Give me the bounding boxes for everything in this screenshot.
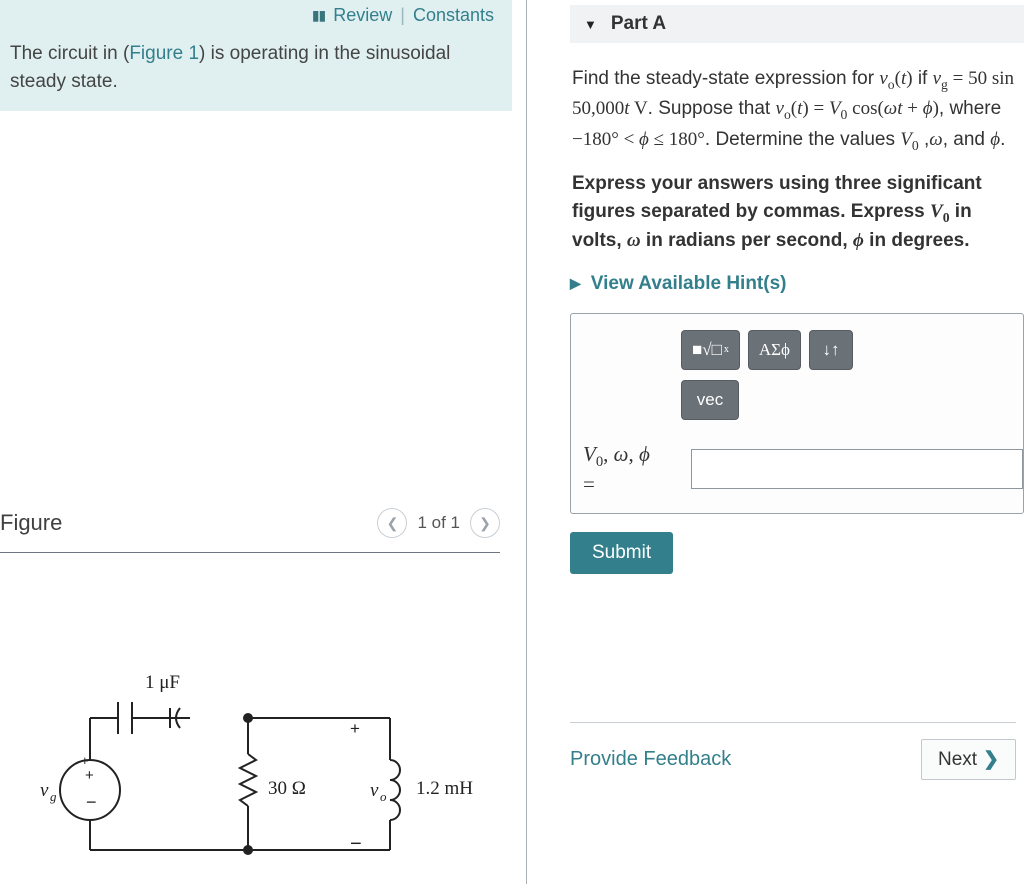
provide-feedback-link[interactable]: Provide Feedback bbox=[570, 748, 731, 771]
svg-text:v: v bbox=[370, 780, 379, 801]
svg-text:+: + bbox=[81, 753, 89, 768]
svg-text:−: − bbox=[350, 833, 362, 855]
figure-link[interactable]: Figure 1 bbox=[129, 43, 199, 64]
cap-label: 1 μF bbox=[145, 672, 180, 693]
next-label: Next bbox=[938, 749, 977, 771]
link-separator: | bbox=[400, 5, 405, 26]
svg-text:v: v bbox=[40, 780, 49, 801]
view-hints-toggle[interactable]: ▶ View Available Hint(s) bbox=[570, 273, 1024, 295]
svg-text:+: + bbox=[85, 767, 94, 784]
part-header[interactable]: ▼ Part A bbox=[570, 5, 1024, 43]
answer-box: ■√□ x ΑΣϕ ↓↑ vec V0, ω, ϕ= bbox=[570, 313, 1024, 514]
expand-icon: ▶ bbox=[570, 275, 581, 292]
svg-text:+: + bbox=[350, 719, 360, 738]
vector-button[interactable]: vec bbox=[681, 380, 739, 420]
review-link[interactable]: Review bbox=[333, 5, 392, 26]
submit-button[interactable]: Submit bbox=[570, 532, 673, 574]
problem-intro: The circuit in (Figure 1) is operating i… bbox=[0, 30, 512, 111]
svg-text:−: − bbox=[86, 792, 97, 812]
part-label: Part A bbox=[611, 13, 666, 35]
collapse-icon: ▼ bbox=[584, 17, 597, 32]
svg-text:o: o bbox=[380, 789, 387, 804]
res-label: 30 Ω bbox=[268, 778, 306, 799]
figure-counter: 1 of 1 bbox=[417, 513, 460, 533]
undo-redo-button[interactable]: ↓↑ bbox=[809, 330, 853, 370]
book-icon: ▮▮ bbox=[312, 7, 325, 24]
next-button[interactable]: Next ❯ bbox=[921, 739, 1016, 780]
top-links-bar: ▮▮ Review | Constants bbox=[0, 0, 512, 30]
answer-instructions: Express your answers using three signifi… bbox=[570, 170, 1024, 255]
ind-label: 1.2 mH bbox=[416, 778, 473, 799]
intro-text-pre: The circuit in ( bbox=[10, 43, 129, 64]
templates-button[interactable]: ■√□ x bbox=[681, 330, 740, 370]
greek-button[interactable]: ΑΣϕ bbox=[748, 330, 801, 370]
constants-link[interactable]: Constants bbox=[413, 5, 494, 26]
chevron-right-icon: ❯ bbox=[983, 748, 999, 771]
figure-next-button[interactable]: ❯ bbox=[470, 508, 500, 538]
hints-label: View Available Hint(s) bbox=[591, 273, 787, 295]
answer-input[interactable] bbox=[691, 449, 1023, 489]
answer-variable-label: V0, ω, ϕ= bbox=[583, 442, 679, 497]
svg-text:g: g bbox=[50, 789, 57, 804]
figure-prev-button[interactable]: ❮ bbox=[377, 508, 407, 538]
question-prompt: Find the steady-state expression for vo(… bbox=[570, 65, 1024, 156]
figure-heading: Figure bbox=[0, 510, 62, 536]
circuit-diagram: 1 μF 30 Ω 1.2 mH v g v o + − + − + bbox=[20, 650, 490, 870]
